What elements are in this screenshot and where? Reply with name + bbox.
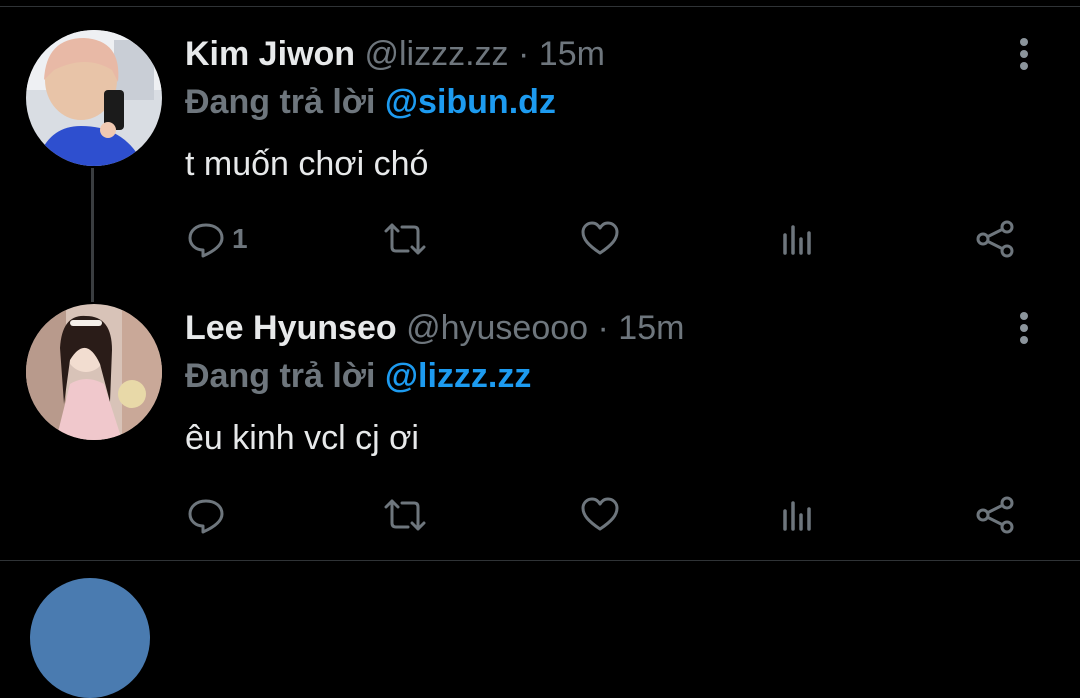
retweet-icon: [382, 495, 428, 535]
share-button[interactable]: [974, 214, 1016, 264]
author-name[interactable]: Lee Hyunseo: [185, 309, 397, 347]
tweet-2[interactable]: Lee Hyunseo @hyuseooo · 15m Đang trả lời…: [0, 300, 1080, 560]
author-handle[interactable]: @hyuseooo: [406, 309, 588, 347]
bottom-divider: [0, 560, 1080, 561]
replying-to-label: Đang trả lời: [185, 83, 376, 121]
share-icon: [974, 219, 1016, 259]
avatar[interactable]: [26, 30, 162, 166]
action-bar: 1: [0, 214, 1080, 264]
author-handle[interactable]: @lizzz.zz: [364, 35, 508, 73]
tweet-text: êu kinh vcl cj ơi: [185, 419, 419, 457]
like-icon: [580, 219, 620, 259]
more-icon[interactable]: [1012, 308, 1036, 348]
reply-button[interactable]: 1: [186, 214, 248, 264]
timestamp[interactable]: 15m: [539, 35, 605, 73]
action-bar: [0, 490, 1080, 540]
stats-button[interactable]: [780, 214, 814, 264]
author-name[interactable]: Kim Jiwon: [185, 35, 355, 73]
separator-dot: ·: [597, 309, 609, 347]
tweet-text: t muốn chơi chó: [185, 145, 429, 183]
reply-icon: [186, 495, 226, 535]
retweet-icon: [382, 219, 428, 259]
avatar[interactable]: [26, 304, 162, 440]
more-icon[interactable]: [1012, 34, 1036, 74]
retweet-button[interactable]: [382, 214, 428, 264]
share-button[interactable]: [974, 490, 1016, 540]
next-tweet-avatar-peek[interactable]: [30, 578, 150, 698]
reply-mention-link[interactable]: @lizzz.zz: [385, 357, 532, 395]
share-icon: [974, 495, 1016, 535]
like-button[interactable]: [580, 214, 620, 264]
tweet-1[interactable]: Kim Jiwon @lizzz.zz · 15m Đang trả lời @…: [0, 0, 1080, 300]
stats-icon: [780, 495, 814, 535]
replying-to-label: Đang trả lời: [185, 357, 376, 395]
stats-button[interactable]: [780, 490, 814, 540]
like-button[interactable]: [580, 490, 620, 540]
reply-mention-link[interactable]: @sibun.dz: [385, 83, 556, 121]
stats-icon: [780, 219, 814, 259]
reply-button[interactable]: [186, 490, 232, 540]
like-icon: [580, 495, 620, 535]
reply-icon: [186, 219, 226, 259]
retweet-button[interactable]: [382, 490, 428, 540]
reply-count: 1: [232, 223, 248, 254]
separator-dot: ·: [518, 35, 530, 73]
timestamp[interactable]: 15m: [618, 309, 684, 347]
